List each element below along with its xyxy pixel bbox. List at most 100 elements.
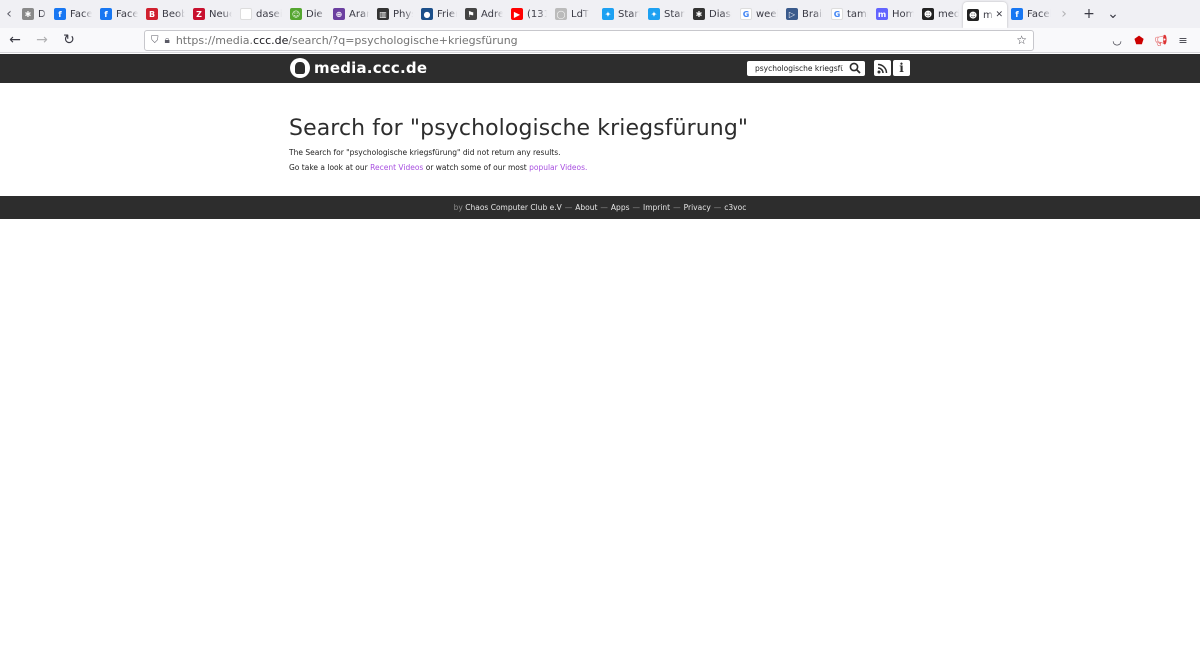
footer-c3voc-link[interactable]: c3voc bbox=[724, 203, 746, 212]
tab-title: Start bbox=[664, 8, 685, 20]
tab-title: weekly bbox=[756, 8, 778, 20]
browser-tab[interactable]: ● Friends bbox=[417, 0, 461, 28]
ccc-icon: ☻ bbox=[922, 8, 934, 20]
ublock-icon[interactable]: ⬟ bbox=[1128, 30, 1150, 51]
tab-title: (131) bbox=[527, 8, 547, 20]
tab-title: tampon bbox=[847, 8, 868, 20]
search-query-text[interactable]: psychologische kriegsfü bbox=[747, 64, 843, 73]
scroll-tabs-right-icon[interactable]: › bbox=[1055, 0, 1073, 28]
shield-icon[interactable]: ⛉ bbox=[151, 35, 159, 46]
search-results-content: Search for "psychologische kriegsfürung"… bbox=[289, 116, 929, 172]
beobachter-icon: B bbox=[146, 8, 158, 20]
browser-tab[interactable]: ▷ Brain bbox=[782, 0, 827, 28]
browser-tab[interactable]: ⊕ Aram bbox=[329, 0, 373, 28]
facebook-icon: f bbox=[100, 8, 112, 20]
browser-tab[interactable]: Gtampon bbox=[827, 0, 872, 28]
tab-title: Phys bbox=[393, 8, 413, 20]
bookmark-star-icon[interactable]: ☆ bbox=[1016, 33, 1027, 47]
twitter-icon: ✦ bbox=[648, 8, 660, 20]
url-text[interactable]: https://media.ccc.de/search/?q=psycholog… bbox=[176, 34, 518, 47]
tab-title: Facebook bbox=[1027, 8, 1051, 20]
browser-tab[interactable]: ✦ Start bbox=[644, 0, 689, 28]
google-icon: G bbox=[740, 8, 752, 20]
browser-tab[interactable]: f Facebook bbox=[96, 0, 142, 28]
browser-tab[interactable]: Gweekly bbox=[736, 0, 782, 28]
tab-list: ✱DiaspfFacebookfFacebookBBeobachterZNeue… bbox=[18, 0, 1055, 28]
browser-tab[interactable]: f Facebook bbox=[50, 0, 96, 28]
recent-videos-link[interactable]: Recent Videos bbox=[370, 163, 423, 172]
forward-icon[interactable]: → bbox=[30, 28, 54, 52]
tab-title: Diasp bbox=[38, 8, 46, 20]
facebook-icon: f bbox=[54, 8, 66, 20]
ccc-emblem-icon bbox=[290, 58, 310, 78]
tab-title: Home bbox=[892, 8, 914, 20]
new-tab-icon[interactable]: + bbox=[1077, 6, 1101, 22]
tab-title: media bbox=[938, 8, 959, 20]
site-search-input[interactable]: psychologische kriegsfü bbox=[747, 61, 865, 76]
footer-apps-link[interactable]: Apps bbox=[611, 203, 630, 212]
green-icon: ☺ bbox=[290, 8, 302, 20]
browser-tab[interactable]: ▥ Phys bbox=[373, 0, 417, 28]
browser-tab[interactable]: ✦ Start bbox=[598, 0, 644, 28]
browser-tab[interactable]: ⚑ Adresse bbox=[461, 0, 507, 28]
tab-title: daseinsgrund bbox=[256, 8, 282, 20]
search-icon[interactable] bbox=[849, 62, 861, 74]
footer-privacy-link[interactable]: Privacy bbox=[684, 203, 711, 212]
scroll-tabs-left-icon[interactable]: ‹ bbox=[0, 0, 18, 28]
globe-icon: ⊕ bbox=[333, 8, 345, 20]
tab-title: Adresse bbox=[481, 8, 503, 20]
extension-megaphone-icon[interactable]: 📢︎ bbox=[1150, 30, 1172, 51]
menu-icon[interactable]: ≡ bbox=[1172, 30, 1194, 51]
tab-title: LdT bbox=[571, 8, 590, 20]
blank-icon bbox=[240, 8, 252, 20]
browser-tab[interactable]: Z Neue Zürcher bbox=[189, 0, 236, 28]
tab-title: Facebook bbox=[70, 8, 92, 20]
browser-tab[interactable]: f Facebook bbox=[1007, 0, 1055, 28]
diaspora-icon: ✱ bbox=[22, 8, 34, 20]
browser-tab[interactable]: ☻ media✕ bbox=[963, 2, 1007, 28]
browser-tab[interactable]: m Home bbox=[872, 0, 918, 28]
site-name: media.ccc.de bbox=[314, 59, 428, 77]
brain-icon: ▷ bbox=[786, 8, 798, 20]
youtube-icon: ▶ bbox=[511, 8, 523, 20]
site-header: media.ccc.de psychologische kriegsfü i bbox=[0, 54, 1200, 83]
lock-icon[interactable]: 🔒︎ bbox=[165, 35, 170, 46]
ccc-icon: ☻ bbox=[967, 9, 979, 21]
footer-about-link[interactable]: About bbox=[575, 203, 597, 212]
footer-imprint-link[interactable]: Imprint bbox=[643, 203, 670, 212]
browser-tab[interactable]: daseinsgrund bbox=[236, 0, 286, 28]
tab-title: Diasp bbox=[709, 8, 732, 20]
mastodon-icon: m bbox=[876, 8, 888, 20]
tab-title: media bbox=[983, 9, 993, 21]
circle-icon: ◯ bbox=[555, 8, 567, 20]
browser-tab[interactable]: ☺ Die E bbox=[286, 0, 329, 28]
browser-tab[interactable]: ✱ Diasp bbox=[689, 0, 736, 28]
pocket-icon[interactable]: ◡ bbox=[1106, 30, 1128, 51]
browser-tab[interactable]: ▶ (131) bbox=[507, 0, 551, 28]
google-icon: G bbox=[831, 8, 843, 20]
tab-title: Start bbox=[618, 8, 640, 20]
navigation-toolbar: ← → ↻ ⛉ 🔒︎ https://media.ccc.de/search/?… bbox=[0, 28, 1200, 53]
flag-icon: ⚑ bbox=[465, 8, 477, 20]
popular-videos-link[interactable]: popular Videos. bbox=[529, 163, 587, 172]
site-logo[interactable]: media.ccc.de bbox=[290, 58, 427, 78]
tab-title: Die E bbox=[306, 8, 325, 20]
browser-tab[interactable]: ☻ media bbox=[918, 0, 963, 28]
page-title: Search for "psychologische kriegsfürung" bbox=[289, 116, 749, 141]
info-icon[interactable]: i bbox=[893, 60, 910, 76]
browser-tab[interactable]: B Beobachter bbox=[142, 0, 189, 28]
close-tab-icon[interactable]: ✕ bbox=[995, 10, 1003, 20]
tab-title: Beobachter bbox=[162, 8, 185, 20]
browser-tab[interactable]: ✱ Diasp bbox=[18, 0, 50, 28]
reload-icon[interactable]: ↻ bbox=[57, 28, 81, 52]
footer-ccc-link[interactable]: Chaos Computer Club e.V bbox=[465, 203, 561, 212]
back-icon[interactable]: ← bbox=[3, 28, 27, 52]
twitter-icon: ✦ bbox=[602, 8, 614, 20]
tab-title: Facebook bbox=[116, 8, 138, 20]
rss-icon[interactable] bbox=[874, 60, 891, 76]
list-all-tabs-icon[interactable]: ⌄ bbox=[1101, 6, 1125, 22]
browser-tab[interactable]: ◯ LdT bbox=[551, 0, 598, 28]
tab-title: Aram bbox=[349, 8, 369, 20]
address-bar[interactable]: ⛉ 🔒︎ https://media.ccc.de/search/?q=psyc… bbox=[144, 30, 1034, 51]
nzz-icon: Z bbox=[193, 8, 205, 20]
